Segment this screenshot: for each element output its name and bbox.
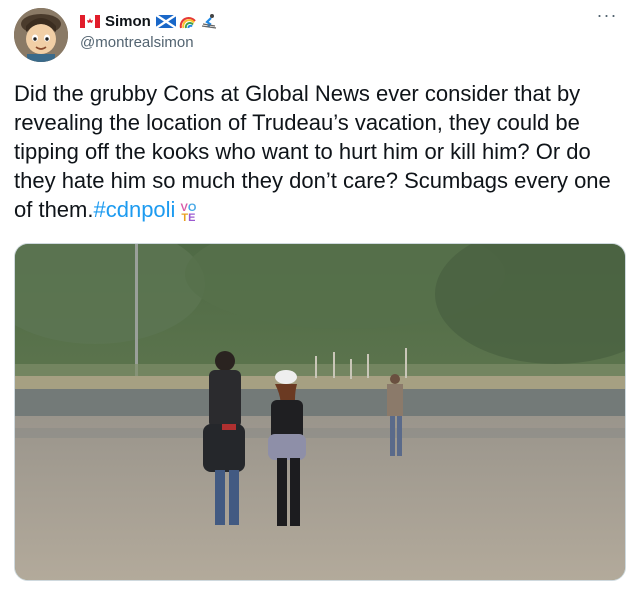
skier-icon xyxy=(201,14,216,29)
rainbow-icon xyxy=(179,17,196,29)
author-name[interactable]: Simon xyxy=(105,13,151,30)
tweet-media-image[interactable] xyxy=(14,243,626,581)
avatar[interactable] xyxy=(14,8,68,62)
cartoon-avatar-icon xyxy=(14,8,68,62)
beach-photo xyxy=(15,244,625,580)
tweet-card: Simon @montrealsimon ··· Did the grubby … xyxy=(0,0,640,597)
tweet-text: Did the grubby Cons at Global News ever … xyxy=(14,79,626,224)
canada-flag-icon xyxy=(80,14,100,28)
scotland-flag-icon xyxy=(155,14,176,28)
vote-badge-bottom: TE xyxy=(181,212,196,224)
tweet-header: Simon @montrealsimon xyxy=(80,11,218,51)
name-row: Simon xyxy=(80,11,218,31)
hashtag-link[interactable]: #cdnpoli xyxy=(93,197,175,222)
vote-badge: VO TE xyxy=(177,203,199,224)
author-handle[interactable]: @montrealsimon xyxy=(80,34,218,51)
more-options-icon[interactable]: ··· xyxy=(596,6,618,28)
